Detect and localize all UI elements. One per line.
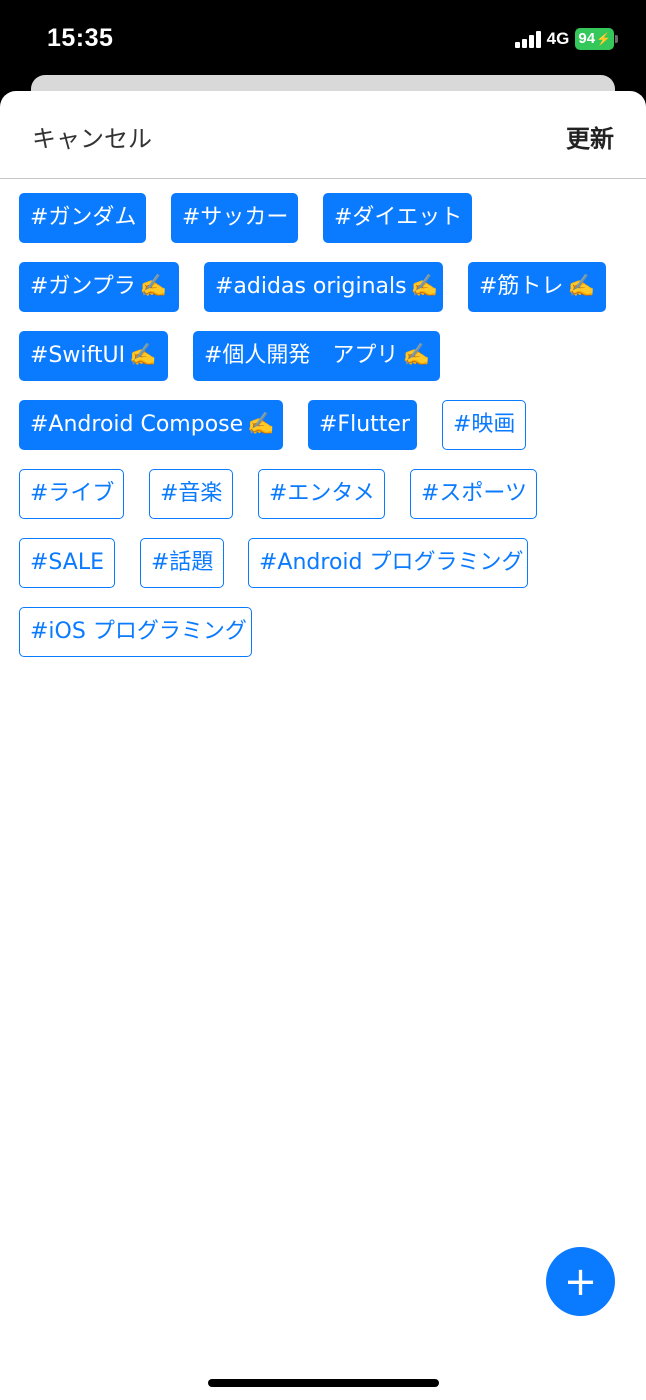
status-bar: 15:35 4G 94 ⚡	[0, 0, 646, 80]
home-indicator	[208, 1379, 439, 1387]
tag-chip[interactable]: #個人開発 アプリ ✍️	[193, 331, 440, 381]
tag-label: #SALE	[30, 550, 105, 575]
plus-icon: +	[563, 1258, 598, 1305]
tag-label: #ガンダム	[30, 205, 137, 230]
battery-level: 94	[578, 30, 596, 47]
network-type: 4G	[546, 29, 570, 48]
tag-chip[interactable]: #ガンプラ ✍️	[19, 262, 179, 312]
edit-icon: ✍️	[567, 274, 595, 299]
update-button[interactable]: 更新	[566, 119, 614, 154]
status-indicators: 4G 94 ⚡	[514, 28, 618, 50]
edit-icon: ✍️	[139, 274, 168, 299]
tag-label: #サッカー	[182, 205, 289, 230]
tag-chip[interactable]: #サッカー	[171, 193, 298, 243]
tag-label: #ライブ	[30, 481, 115, 506]
add-tag-button[interactable]: +	[546, 1247, 615, 1316]
status-time: 15:35	[47, 24, 114, 52]
battery-icon: 94 ⚡	[575, 28, 618, 50]
tag-label: #エンタメ	[269, 481, 375, 506]
tag-chip[interactable]: #映画	[442, 400, 526, 450]
tag-chip[interactable]: #ダイエット	[323, 193, 472, 243]
edit-icon: ✍️	[410, 274, 438, 299]
navigation-bar: キャンセル 更新	[0, 91, 646, 179]
tag-label: #iOS プログラミング	[30, 619, 247, 644]
charging-bolt-icon: ⚡	[596, 32, 611, 46]
tag-chip[interactable]: #Android プログラミング	[248, 538, 528, 588]
tag-chip[interactable]: #ライブ	[19, 469, 124, 519]
edit-icon: ✍️	[247, 412, 275, 437]
tag-chip[interactable]: #iOS プログラミング	[19, 607, 252, 657]
tag-label: #adidas originals	[215, 274, 407, 299]
tag-chip[interactable]: #Flutter	[308, 400, 417, 450]
tag-label: #SwiftUI	[30, 343, 126, 368]
tag-chip[interactable]: #SwiftUI ✍️	[19, 331, 168, 381]
tag-chip[interactable]: #筋トレ ✍️	[468, 262, 606, 312]
tag-label: #音楽	[160, 481, 223, 506]
edit-icon: ✍️	[402, 343, 430, 368]
cancel-button[interactable]: キャンセル	[32, 119, 152, 154]
tag-chip[interactable]: #スポーツ	[410, 469, 537, 519]
tag-label: #話題	[151, 550, 214, 575]
tag-label: #スポーツ	[421, 481, 527, 506]
edit-icon: ✍️	[129, 343, 157, 368]
tag-label: #Flutter	[319, 412, 410, 437]
tag-label: #ガンプラ	[30, 274, 136, 299]
modal-sheet: キャンセル 更新 #ガンダム #サッカー #ダイエット #ガンプラ ✍️ #adi…	[0, 91, 646, 1400]
tag-chip[interactable]: #adidas originals ✍️	[204, 262, 443, 312]
tag-chip[interactable]: #音楽	[149, 469, 233, 519]
tag-chip[interactable]: #Android Compose ✍️	[19, 400, 283, 450]
tag-label: #筋トレ	[479, 274, 564, 299]
tag-label: #ダイエット	[334, 205, 463, 230]
cellular-signal-icon	[514, 30, 541, 48]
tag-chip[interactable]: #話題	[140, 538, 224, 588]
tag-label: #個人開発 アプリ	[204, 343, 399, 368]
tag-label: #映画	[453, 412, 516, 437]
tag-chip[interactable]: #ガンダム	[19, 193, 146, 243]
tag-chip[interactable]: #SALE	[19, 538, 115, 588]
tag-chip[interactable]: #エンタメ	[258, 469, 385, 519]
tag-label: #Android プログラミング	[259, 550, 524, 575]
tag-label: #Android Compose	[30, 412, 244, 437]
